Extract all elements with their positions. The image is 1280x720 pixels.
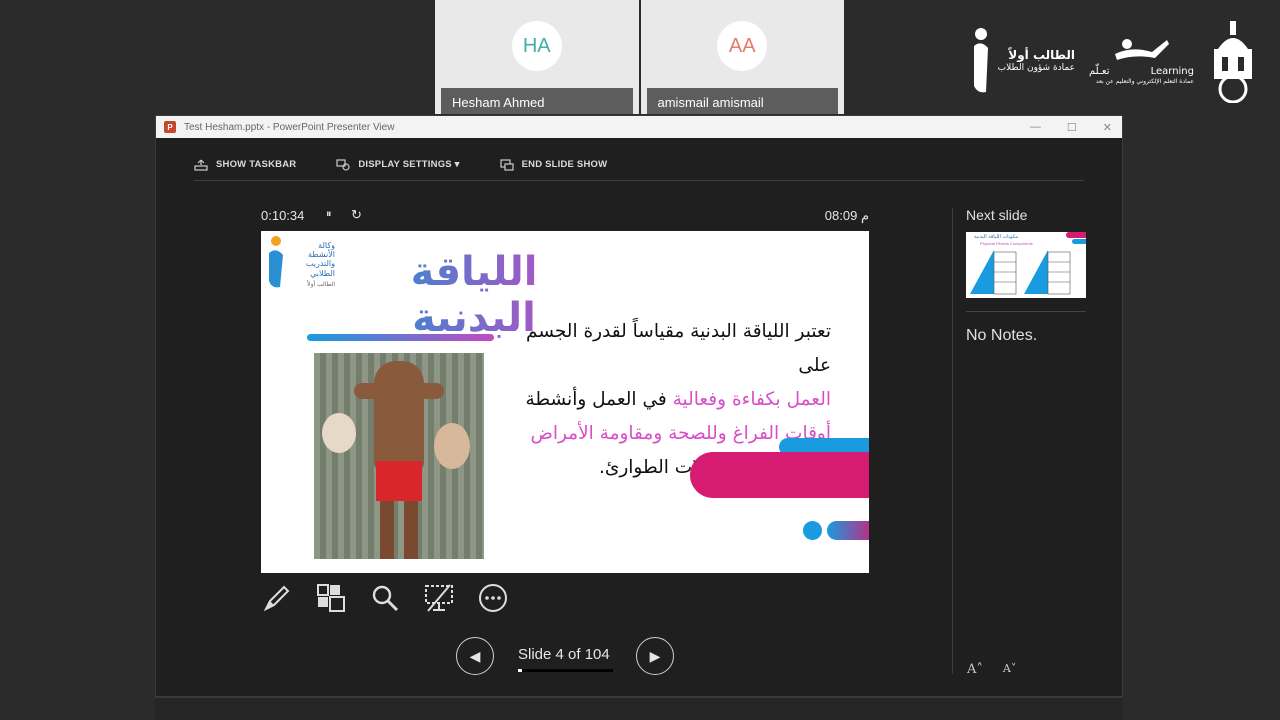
magnifier-icon (372, 585, 399, 612)
maximize-button[interactable]: ☐ (1067, 121, 1077, 134)
reset-timer-icon[interactable]: ↻ (351, 207, 362, 223)
next-slide-label: Next slide (966, 207, 1028, 223)
elearning-logo: تعـلّم Learning عمادة التعلم الإلكتروني … (1089, 36, 1194, 85)
chevron-left-icon: ◀ (469, 647, 481, 664)
org-logo-sub: الطالب أولاً (307, 281, 335, 288)
decrease-font-button[interactable]: A˅ (1003, 662, 1016, 677)
notes-separator (966, 311, 1086, 312)
display-settings-button[interactable]: DISPLAY SETTINGS ▾ (336, 158, 460, 171)
speaker-notes[interactable]: No Notes. (966, 327, 1037, 345)
more-options-button[interactable] (477, 582, 509, 614)
participant-tile-amismail[interactable]: AA amismail amismail (640, 0, 844, 114)
pen-icon (263, 585, 290, 612)
university-emblem-icon (1214, 21, 1252, 103)
avatar: HA (511, 21, 562, 71)
body-highlight: العمل بكفاءة وفعالية (672, 389, 831, 410)
org-logo: وكالة الأنشطة والتدريب الطلابي الطالب أو… (263, 235, 335, 295)
display-settings-icon (336, 158, 350, 171)
slide-tools (261, 582, 509, 614)
black-screen-button[interactable] (423, 582, 455, 614)
clock: 08:09 م (824, 208, 869, 223)
zoom-button[interactable] (369, 582, 401, 614)
decor-gradient-bar (827, 521, 869, 540)
screen-off-icon (425, 584, 453, 612)
student-first-text: الطالب أولاً (1008, 48, 1075, 63)
end-slide-show-button[interactable]: END SLIDE SHOW (500, 158, 608, 171)
avatar: AA (717, 21, 768, 71)
pen-tool-button[interactable] (261, 582, 293, 614)
increase-font-button[interactable]: A˄ (967, 662, 983, 677)
taskbar-icon (194, 159, 208, 171)
slide-navigation: ◀ Slide 4 of 104 ▶ (456, 637, 676, 675)
learning-ar-text: تعـلّم (1089, 66, 1110, 78)
body-line-2-rest: في العمل وأنشطة (525, 389, 673, 410)
slide-progress-fill (518, 669, 522, 672)
slide-counter[interactable]: Slide 4 of 104 (518, 646, 610, 663)
decor-blue-dot (803, 521, 822, 540)
student-first-logo: الطالب أولاً عمادة شؤون الطلاب (968, 26, 1075, 96)
org-figure-icon (269, 236, 283, 288)
org-logo-text: وكالة الأنشطة والتدريب الطلابي (305, 241, 335, 278)
current-slide[interactable]: وكالة الأنشطة والتدريب الطلابي الطالب أو… (261, 231, 869, 573)
panel-divider (952, 208, 953, 674)
window-title: Test Hesham.pptx - PowerPoint Presenter … (184, 121, 395, 133)
learning-en-text: Learning (1150, 66, 1194, 78)
institution-logos: الطالب أولاً عمادة شؤون الطلاب تعـلّم Le… (968, 16, 1258, 106)
title-bar: P Test Hesham.pptx - PowerPoint Presente… (156, 116, 1122, 138)
elapsed-timer: 0:10:34 (261, 208, 305, 223)
show-taskbar-label: SHOW TASKBAR (216, 159, 297, 170)
end-show-icon (500, 158, 514, 171)
end-slide-show-label: END SLIDE SHOW (521, 159, 608, 170)
see-all-slides-button[interactable] (315, 582, 347, 614)
next-slide-button[interactable]: ▶ (636, 637, 674, 675)
participant-tiles: HA Hesham Ahmed AA amismail amismail (435, 0, 844, 114)
athlete-photo (314, 353, 484, 559)
student-figure-icon (973, 28, 988, 93)
grid-icon (317, 584, 345, 612)
minimize-button[interactable]: — (1030, 121, 1041, 133)
slide-progress-bar (518, 669, 613, 672)
bottom-strip (155, 697, 1123, 720)
close-button[interactable]: ✕ (1103, 121, 1112, 134)
powerpoint-icon: P (164, 121, 176, 133)
thumb-pyramids (970, 250, 1071, 295)
learning-figure-icon (1114, 39, 1169, 61)
title-underline (307, 334, 494, 341)
notes-font-controls: A˄ A˅ (967, 662, 1016, 677)
body-line-1: تعتبر اللياقة البدنية مقياساً لقدرة الجس… (526, 321, 831, 376)
show-taskbar-button[interactable]: SHOW TASKBAR (194, 159, 296, 171)
elearning-deanship-text: عمادة التعلم الإلكتروني والتعليم عن بعد (1095, 78, 1194, 86)
display-settings-label: DISPLAY SETTINGS ▾ (358, 159, 460, 170)
participant-name: Hesham Ahmed (441, 88, 633, 114)
presenter-toolbar: SHOW TASKBAR DISPLAY SETTINGS ▾ END SLID… (194, 151, 1084, 181)
ellipsis-icon (479, 584, 507, 612)
presenter-view-window: P Test Hesham.pptx - PowerPoint Presente… (155, 115, 1123, 697)
chevron-right-icon: ▶ (649, 647, 661, 664)
timer-row: 0:10:34 ⏸ ↻ 08:09 م (261, 207, 869, 224)
student-affairs-text: عمادة شؤون الطلاب (997, 62, 1075, 73)
participant-tile-hesham[interactable]: HA Hesham Ahmed (435, 0, 639, 114)
next-slide-thumbnail[interactable]: مكونات اللياقة البدنية Physical Fitness … (966, 232, 1086, 298)
decor-pink-bar (690, 452, 869, 498)
body-line-2: العمل بكفاءة وفعالية في العمل وأنشطة (501, 383, 831, 417)
participant-name: amismail amismail (646, 88, 838, 114)
previous-slide-button[interactable]: ◀ (456, 637, 494, 675)
pause-timer-icon[interactable]: ⏸ (326, 208, 332, 221)
